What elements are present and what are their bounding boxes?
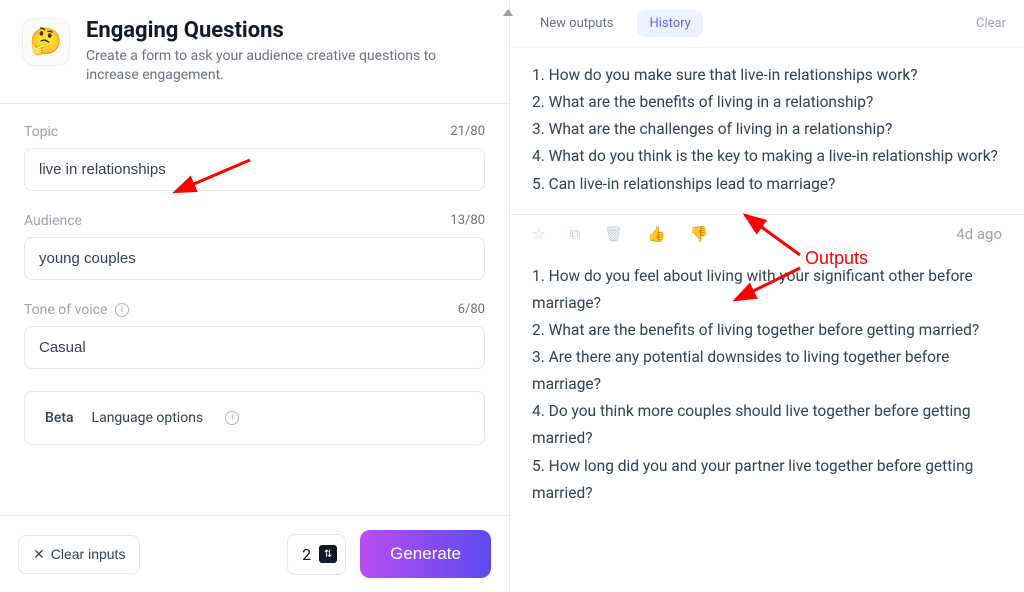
output-tabs: New outputs History Clear — [510, 0, 1024, 48]
tab-history[interactable]: History — [637, 10, 702, 37]
clear-outputs-button[interactable]: Clear — [976, 16, 1006, 31]
footer-bar: ✕ Clear inputs 2 ⇅ Generate — [0, 515, 509, 592]
quantity-value: 2 — [302, 545, 311, 564]
tone-label: Tone of voice i — [24, 302, 129, 318]
close-icon: ✕ — [33, 546, 45, 563]
output-line: 1. How do you make sure that live-in rel… — [532, 62, 1002, 89]
audience-input[interactable] — [24, 237, 485, 280]
generate-button[interactable]: Generate — [360, 530, 491, 578]
tone-input[interactable] — [24, 326, 485, 369]
language-label: Language options — [92, 410, 204, 426]
clear-inputs-button[interactable]: ✕ Clear inputs — [18, 535, 140, 574]
tool-emoji-icon: 🤔 — [22, 18, 70, 66]
scrollbar[interactable] — [503, 0, 515, 592]
form-area: Topic 21/80 Audience 13/80 Tone of voice… — [0, 104, 509, 515]
output-line: 4. Do you think more couples should live… — [532, 398, 1002, 452]
output-actions: ☆ ⧉ 🗑 👍 👎 4d ago — [510, 215, 1024, 249]
audience-count: 13/80 — [450, 213, 485, 228]
thumbs-up-icon[interactable]: 👍 — [647, 225, 666, 243]
output-line: 2. What are the benefits of living toget… — [532, 317, 1002, 344]
form-panel: 🤔 Engaging Questions Create a form to as… — [0, 0, 510, 592]
output-card: 1. How do you feel about living with you… — [510, 249, 1024, 523]
topic-input[interactable] — [24, 148, 485, 191]
output-line: 2. What are the benefits of living in a … — [532, 89, 1002, 116]
output-card: 1. How do you make sure that live-in rel… — [510, 48, 1024, 215]
beta-badge: Beta — [45, 410, 74, 426]
output-panel: New outputs History Clear 1. How do you … — [510, 0, 1024, 592]
output-list[interactable]: 1. How do you make sure that live-in rel… — [510, 48, 1024, 592]
clear-inputs-label: Clear inputs — [51, 546, 126, 562]
language-options[interactable]: Beta Language options i — [24, 391, 485, 445]
output-line: 1. How do you feel about living with you… — [532, 263, 1002, 317]
thumbs-down-icon[interactable]: 👎 — [690, 225, 709, 243]
quantity-stepper[interactable]: 2 ⇅ — [287, 534, 346, 575]
stepper-icon[interactable]: ⇅ — [319, 545, 337, 563]
delete-icon[interactable]: 🗑 — [604, 225, 623, 243]
star-icon[interactable]: ☆ — [532, 225, 545, 243]
info-icon[interactable]: i — [225, 411, 239, 425]
topic-label: Topic — [24, 124, 58, 140]
output-line: 4. What do you think is the key to makin… — [532, 143, 1002, 170]
tool-header: 🤔 Engaging Questions Create a form to as… — [0, 0, 509, 104]
tool-description: Create a form to ask your audience creat… — [86, 47, 466, 85]
output-time: 4d ago — [956, 225, 1002, 243]
topic-count: 21/80 — [450, 124, 485, 139]
output-line: 5. Can live-in relationships lead to mar… — [532, 171, 1002, 198]
copy-icon[interactable]: ⧉ — [569, 225, 580, 243]
tool-title: Engaging Questions — [86, 18, 466, 43]
audience-label: Audience — [24, 213, 82, 229]
output-line: 3. What are the challenges of living in … — [532, 116, 1002, 143]
output-line: 5. How long did you and your partner liv… — [532, 453, 1002, 507]
tab-new-outputs[interactable]: New outputs — [528, 10, 625, 37]
output-line: 3. Are there any potential downsides to … — [532, 344, 1002, 398]
info-icon[interactable]: i — [115, 303, 129, 317]
tone-count: 6/80 — [458, 302, 485, 317]
